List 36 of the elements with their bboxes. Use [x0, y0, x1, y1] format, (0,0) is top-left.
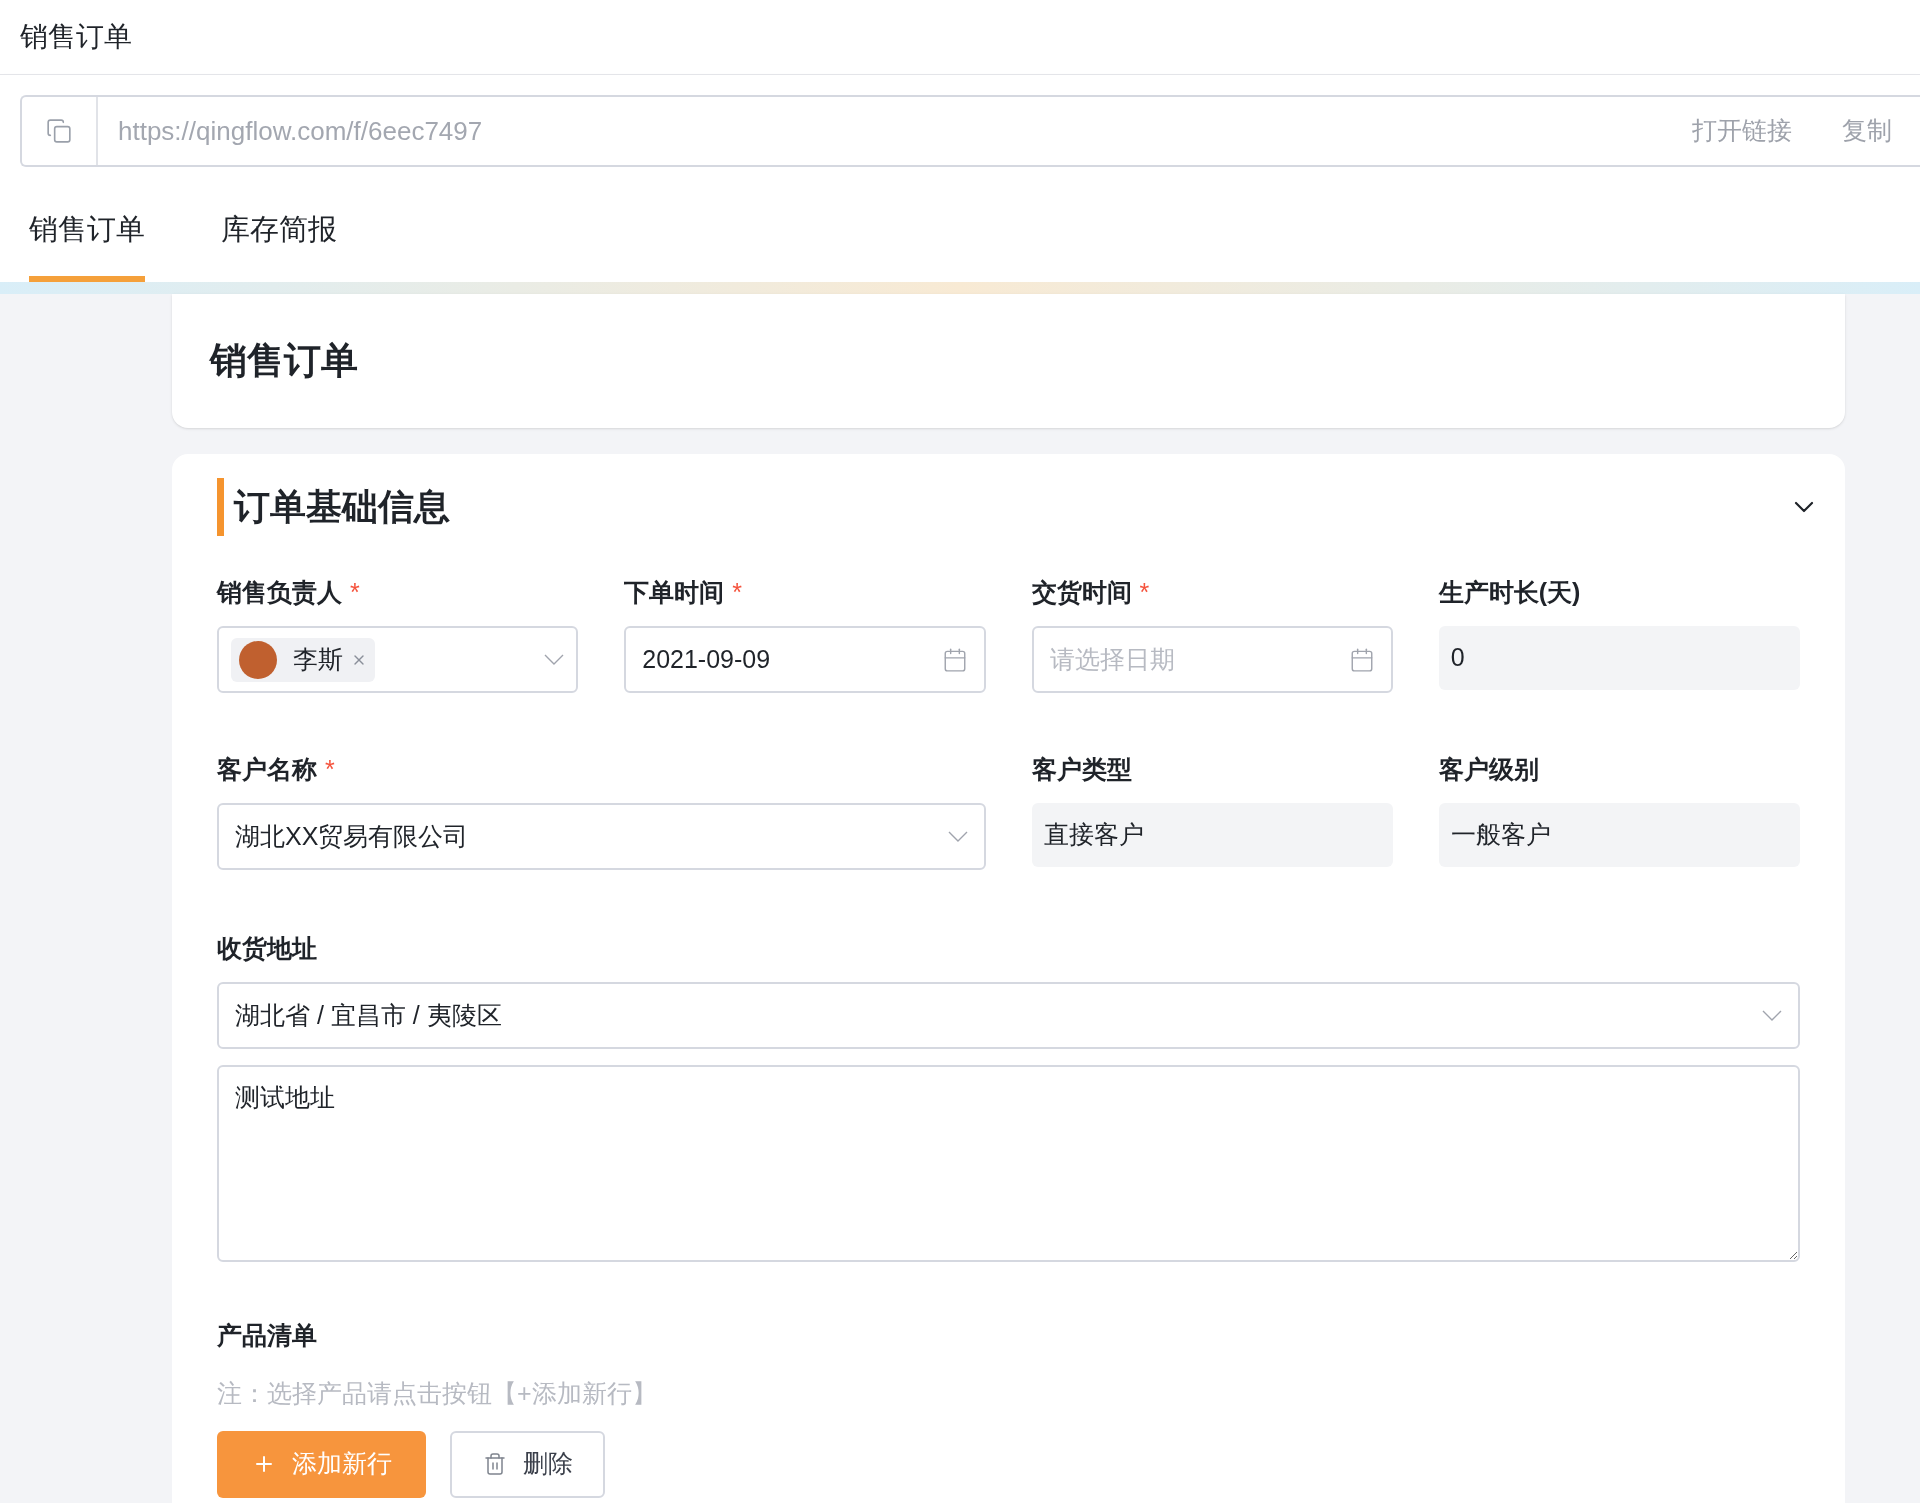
delete-button[interactable]: 删除 — [450, 1430, 605, 1498]
field-label: 交货时间 — [1031, 577, 1132, 609]
section-accent-bar — [217, 478, 224, 536]
required-mark: * — [325, 754, 335, 786]
required-mark: * — [350, 577, 360, 609]
field-label: 客户名称 — [217, 754, 317, 786]
required-mark: * — [1139, 577, 1150, 609]
field-label: 生产时长(天) — [1438, 577, 1581, 609]
field-label: 产品清单 — [217, 1320, 317, 1352]
user-name: 李斯 — [293, 643, 343, 675]
section-title: 订单基础信息 — [234, 485, 450, 529]
field-label: 销售负责人 — [217, 577, 342, 609]
hint-text: 注：选择产品请点击按钮【+添加新行】 — [217, 1379, 657, 1407]
avatar-icon — [239, 640, 277, 679]
dropdown-icon — [947, 831, 968, 842]
user-select-field[interactable]: 李斯 — [217, 626, 579, 693]
field-label: 收货地址 — [217, 933, 317, 965]
dropdown-icon — [1762, 1010, 1782, 1021]
required-mark: * — [732, 577, 742, 609]
select-field[interactable]: 湖北XX贸易有限公司 — [217, 803, 986, 870]
readonly-field: 0 — [1438, 626, 1800, 690]
field-label: 客户类型 — [1031, 754, 1132, 786]
dropdown-icon — [544, 654, 565, 665]
field-label: 客户级别 — [1438, 754, 1539, 786]
readonly-field: 一般客户 — [1438, 803, 1800, 867]
region-select-field[interactable]: 湖北省 / 宜昌市 / 夷陵区 — [217, 982, 1800, 1049]
window-title: 销售订单 — [20, 20, 132, 54]
field-label: 下单时间 — [624, 577, 725, 609]
url-text: https://qingflow.com/f/6eec7497 — [117, 114, 484, 148]
copy-icon — [46, 118, 72, 144]
address-textarea[interactable]: 测试地址 — [217, 1065, 1800, 1262]
form-title: 销售订单 — [210, 339, 358, 384]
readonly-field: 直接客户 — [1031, 803, 1393, 867]
trash-icon — [482, 1452, 507, 1476]
date-field[interactable]: 2021-09-09 — [624, 626, 986, 693]
tab[interactable]: 库存简报 — [221, 192, 337, 282]
